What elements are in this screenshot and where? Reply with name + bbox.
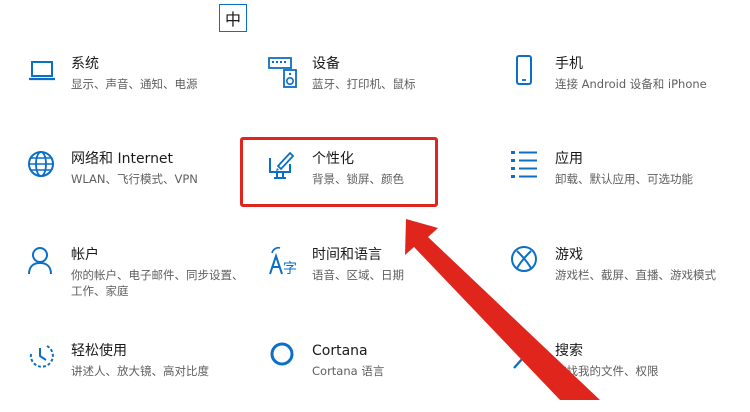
tile-title: 系统: [71, 56, 99, 72]
tile-desc: 查找我的文件、权限: [555, 364, 659, 378]
tile-desc: 背景、锁屏、颜色: [312, 172, 404, 186]
tile-desc: WLAN、飞行模式、VPN: [71, 172, 198, 186]
laptop-icon: [27, 55, 61, 89]
tile-title: 轻松使用: [71, 343, 127, 359]
tile-desc: 显示、声音、通知、电源: [71, 77, 198, 91]
tile-apps[interactable]: 应用 卸载、默认应用、可选功能: [511, 150, 731, 220]
apps-list-icon: [511, 150, 545, 184]
ease-of-access-icon: [27, 342, 61, 376]
tile-desc: Cortana 语言: [312, 364, 385, 378]
ime-indicator[interactable]: 中: [219, 4, 247, 32]
globe-icon: [27, 150, 61, 184]
tile-title: 个性化: [312, 151, 354, 167]
tile-ease-of-access[interactable]: 轻松使用 讲述人、放大镜、高对比度: [27, 342, 247, 412]
tile-desc: 语音、区域、日期: [312, 268, 404, 282]
keyboard-speaker-icon: [268, 55, 302, 89]
tile-desc: 连接 Android 设备和 iPhone: [555, 77, 707, 91]
tile-phone[interactable]: 手机 连接 Android 设备和 iPhone: [511, 55, 731, 125]
tile-accounts[interactable]: 帐户 你的帐户、电子邮件、同步设置、工作、家庭: [27, 246, 247, 316]
tile-cortana[interactable]: Cortana Cortana 语言: [268, 342, 488, 412]
tile-desc: 蓝牙、打印机、鼠标: [312, 77, 416, 91]
tile-personalization[interactable]: 个性化 背景、锁屏、颜色: [268, 150, 488, 220]
tile-title: 帐户: [71, 247, 99, 263]
tile-desc: 游戏栏、截屏、直播、游戏模式: [555, 268, 716, 282]
tile-title: 设备: [312, 56, 340, 72]
tile-title: 游戏: [555, 247, 583, 263]
svg-text:字: 字: [283, 261, 297, 277]
tile-system[interactable]: 系统 显示、声音、通知、电源: [27, 55, 247, 125]
tile-title: 网络和 Internet: [71, 151, 174, 167]
person-icon: [27, 246, 61, 280]
tile-desc: 讲述人、放大镜、高对比度: [71, 364, 209, 378]
tile-search[interactable]: 搜索 查找我的文件、权限: [511, 342, 731, 412]
phone-icon: [511, 55, 545, 89]
tile-network[interactable]: 网络和 Internet WLAN、飞行模式、VPN: [27, 150, 247, 220]
tile-title: 应用: [555, 151, 583, 167]
search-icon: [511, 342, 545, 376]
paint-monitor-icon: [268, 150, 302, 184]
tile-title: 搜索: [555, 343, 583, 359]
cortana-icon: [268, 342, 302, 376]
time-language-icon: 字: [268, 246, 302, 280]
tile-devices[interactable]: 设备 蓝牙、打印机、鼠标: [268, 55, 488, 125]
tile-desc: 你的帐户、电子邮件、同步设置、工作、家庭: [71, 268, 244, 298]
tile-time-language[interactable]: 字 时间和语言 语音、区域、日期: [268, 246, 488, 316]
tile-gaming[interactable]: 游戏 游戏栏、截屏、直播、游戏模式: [511, 246, 731, 316]
xbox-icon: [511, 246, 545, 280]
tile-title: 时间和语言: [312, 247, 382, 263]
tile-title: 手机: [555, 56, 583, 72]
tile-desc: 卸载、默认应用、可选功能: [555, 172, 693, 186]
tile-title: Cortana: [312, 343, 368, 359]
